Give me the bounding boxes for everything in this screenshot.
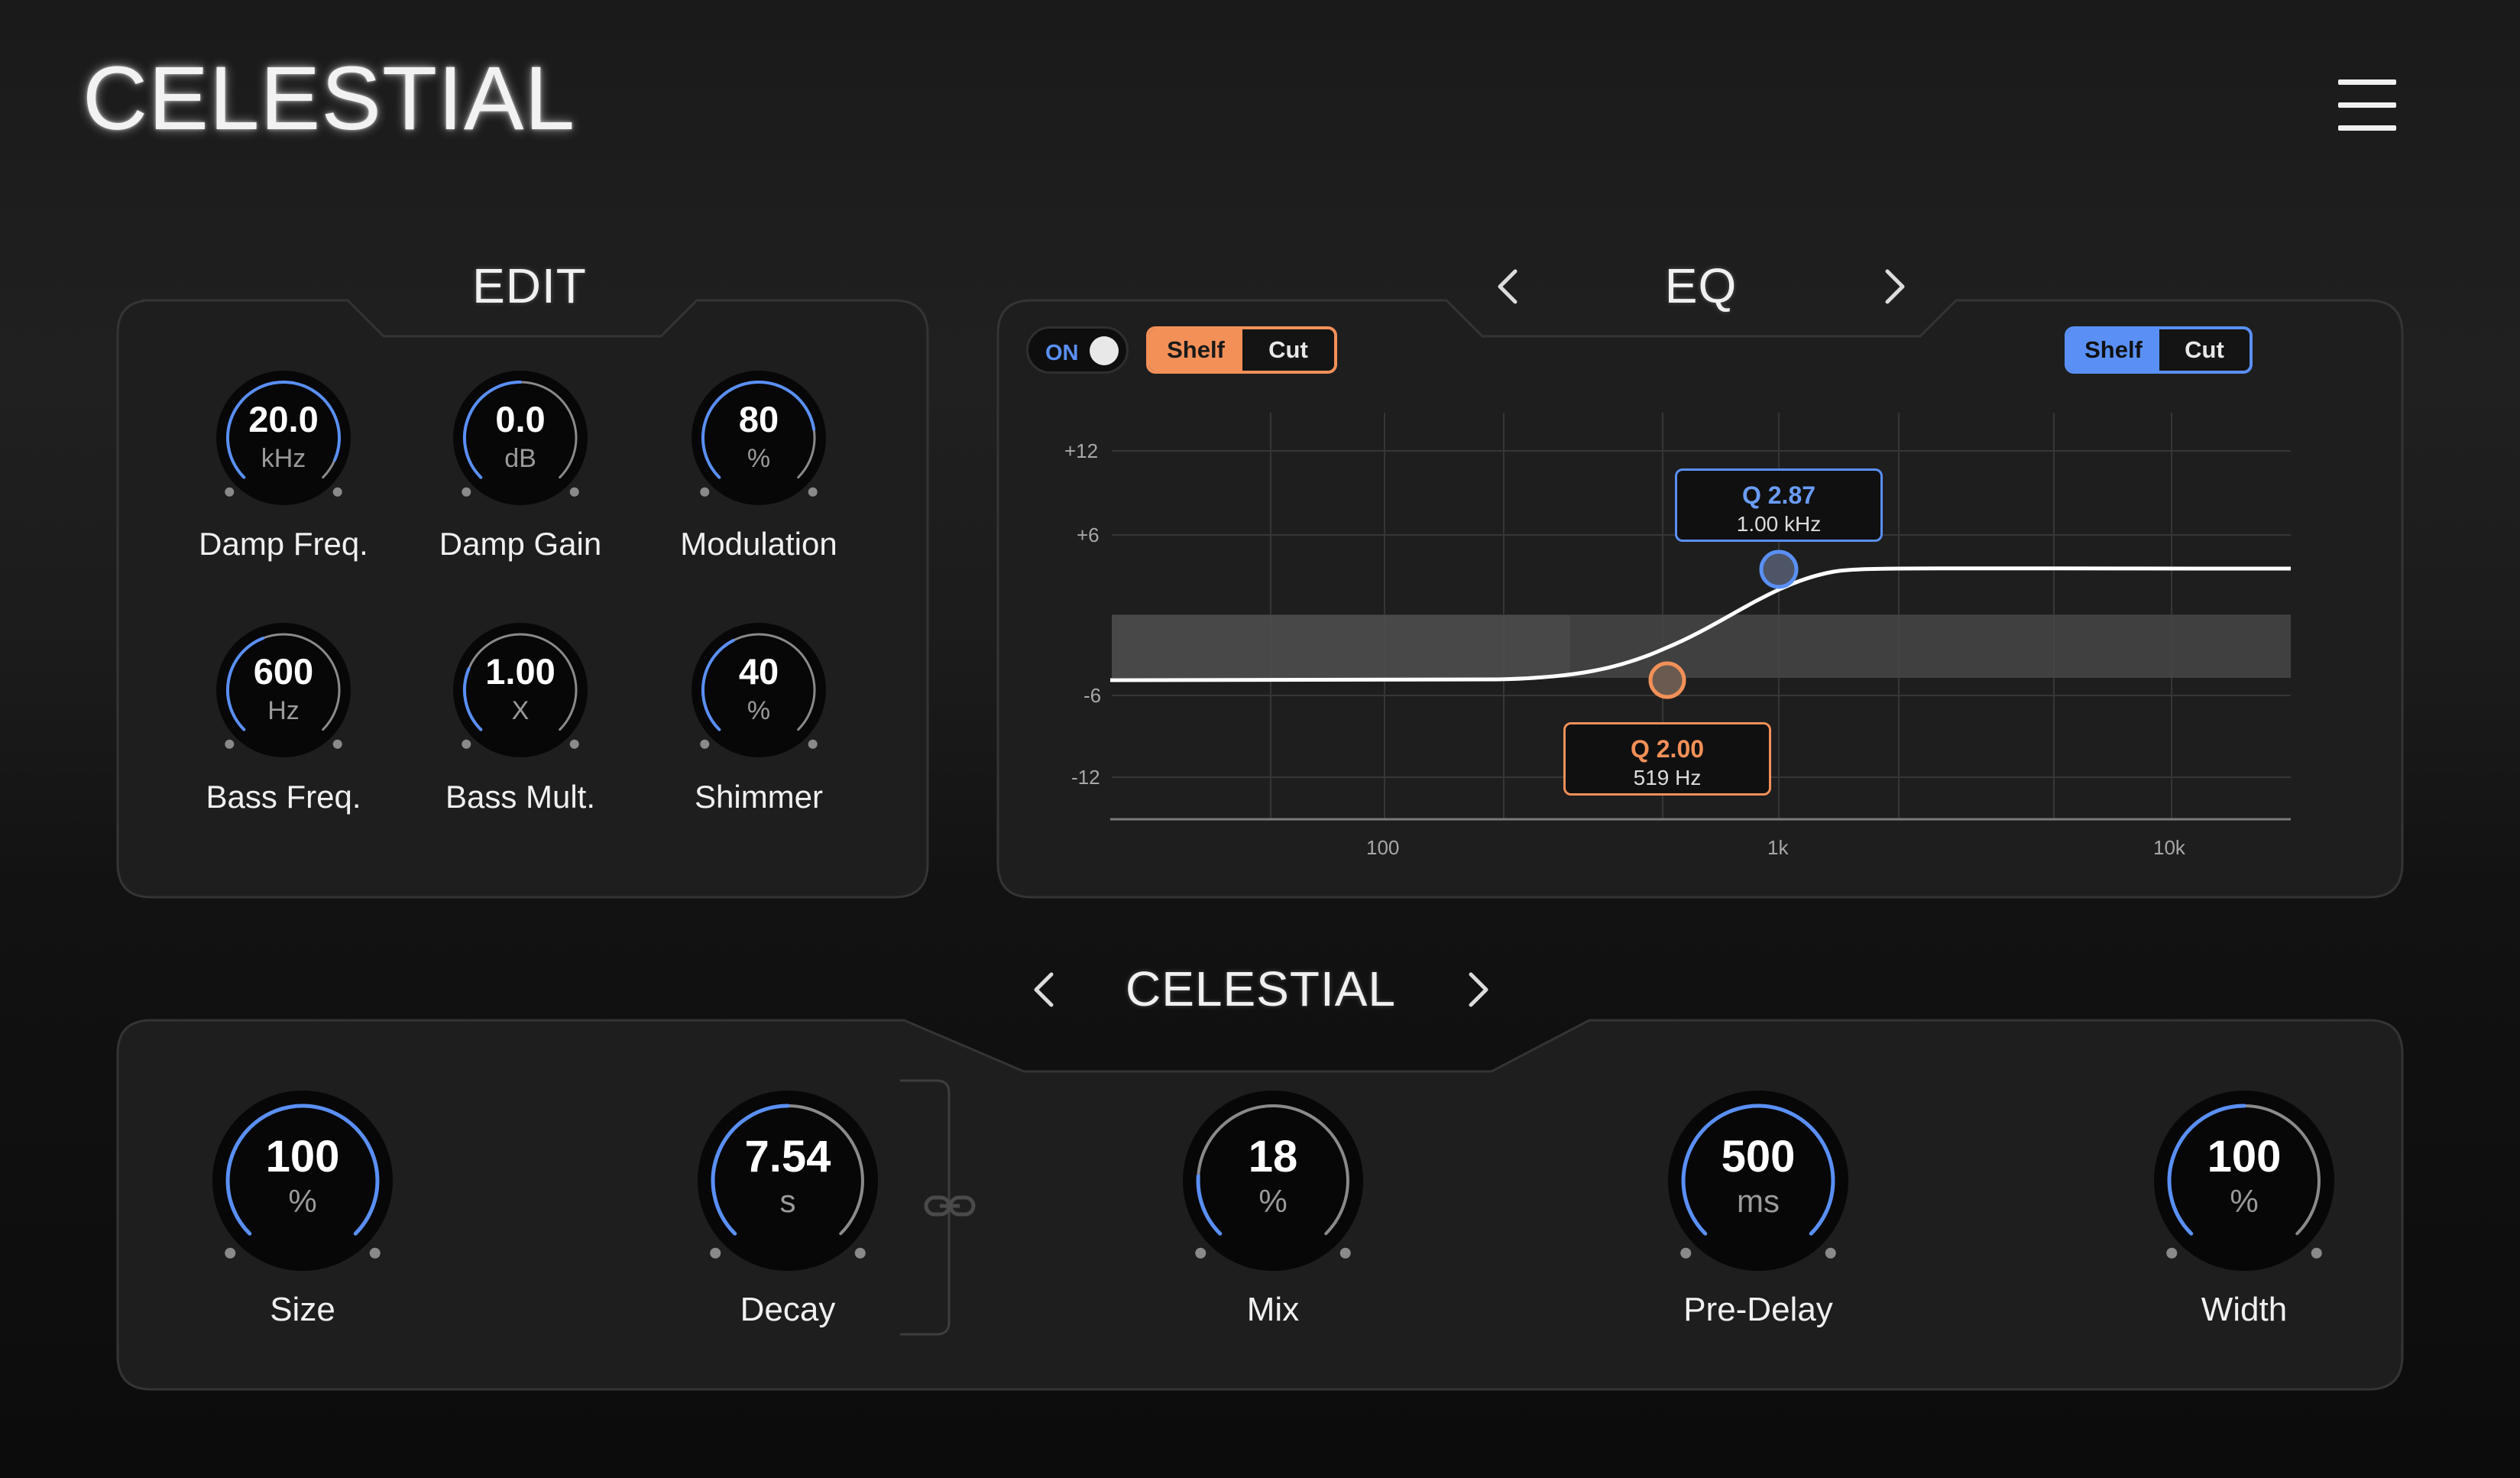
size-value: 100 <box>265 1132 340 1181</box>
eq-low-band-handle <box>1648 661 1686 699</box>
link-icon[interactable] <box>923 1187 977 1225</box>
eq-high-band-tooltip: Q 2.87 1.00 kHz <box>1675 468 1883 542</box>
decay-unit: s <box>779 1183 796 1219</box>
low-band-freq: 519 Hz <box>1633 766 1702 789</box>
high-band-q: Q 2.87 <box>1741 481 1816 509</box>
pre-delay-label: Pre-Delay <box>1683 1291 1833 1328</box>
decay-value: 7.54 <box>744 1132 831 1181</box>
preset-name[interactable]: CELESTIAL <box>1100 964 1421 1013</box>
decay-knob[interactable]: 7.54 s <box>698 1091 878 1271</box>
eq-high-band-handle <box>1759 549 1799 589</box>
eq-y-tick: +12 <box>1064 439 1099 462</box>
pre-delay-unit: ms <box>1737 1183 1780 1219</box>
mix-value: 18 <box>1248 1132 1298 1181</box>
eq-x-tick: 10k <box>2153 836 2185 859</box>
size-knob[interactable]: 100% <box>212 1091 393 1271</box>
preset-next-arrow-icon[interactable] <box>1454 967 1500 1013</box>
eq-y-tick: -6 <box>1083 684 1102 707</box>
eq-low-band-tooltip: Q 2.00 519 Hz <box>1563 722 1771 796</box>
mix-knob[interactable]: 18% <box>1183 1091 1363 1271</box>
eq-y-tick: -12 <box>1071 766 1100 789</box>
mix-label: Mix <box>1246 1291 1300 1328</box>
pre-delay-knob[interactable]: 500 ms <box>1668 1091 1848 1271</box>
eq-x-tick: 1k <box>1767 836 1789 859</box>
width-label: Width <box>2201 1291 2288 1328</box>
eq-x-tick: 100 <box>1366 836 1400 859</box>
size-label: Size <box>270 1291 335 1328</box>
eq-y-tick: +6 <box>1077 523 1100 546</box>
mix-unit: % <box>1258 1183 1288 1219</box>
low-band-q: Q 2.00 <box>1630 735 1705 763</box>
width-unit: % <box>2230 1183 2259 1219</box>
width-knob[interactable]: 100% <box>2154 1091 2334 1271</box>
size-unit: % <box>288 1183 317 1219</box>
preset-prev-arrow-icon[interactable] <box>1022 967 1068 1013</box>
width-value: 100 <box>2207 1132 2282 1181</box>
pre-delay-value: 500 <box>1721 1132 1796 1181</box>
high-band-freq: 1.00 kHz <box>1736 512 1822 536</box>
